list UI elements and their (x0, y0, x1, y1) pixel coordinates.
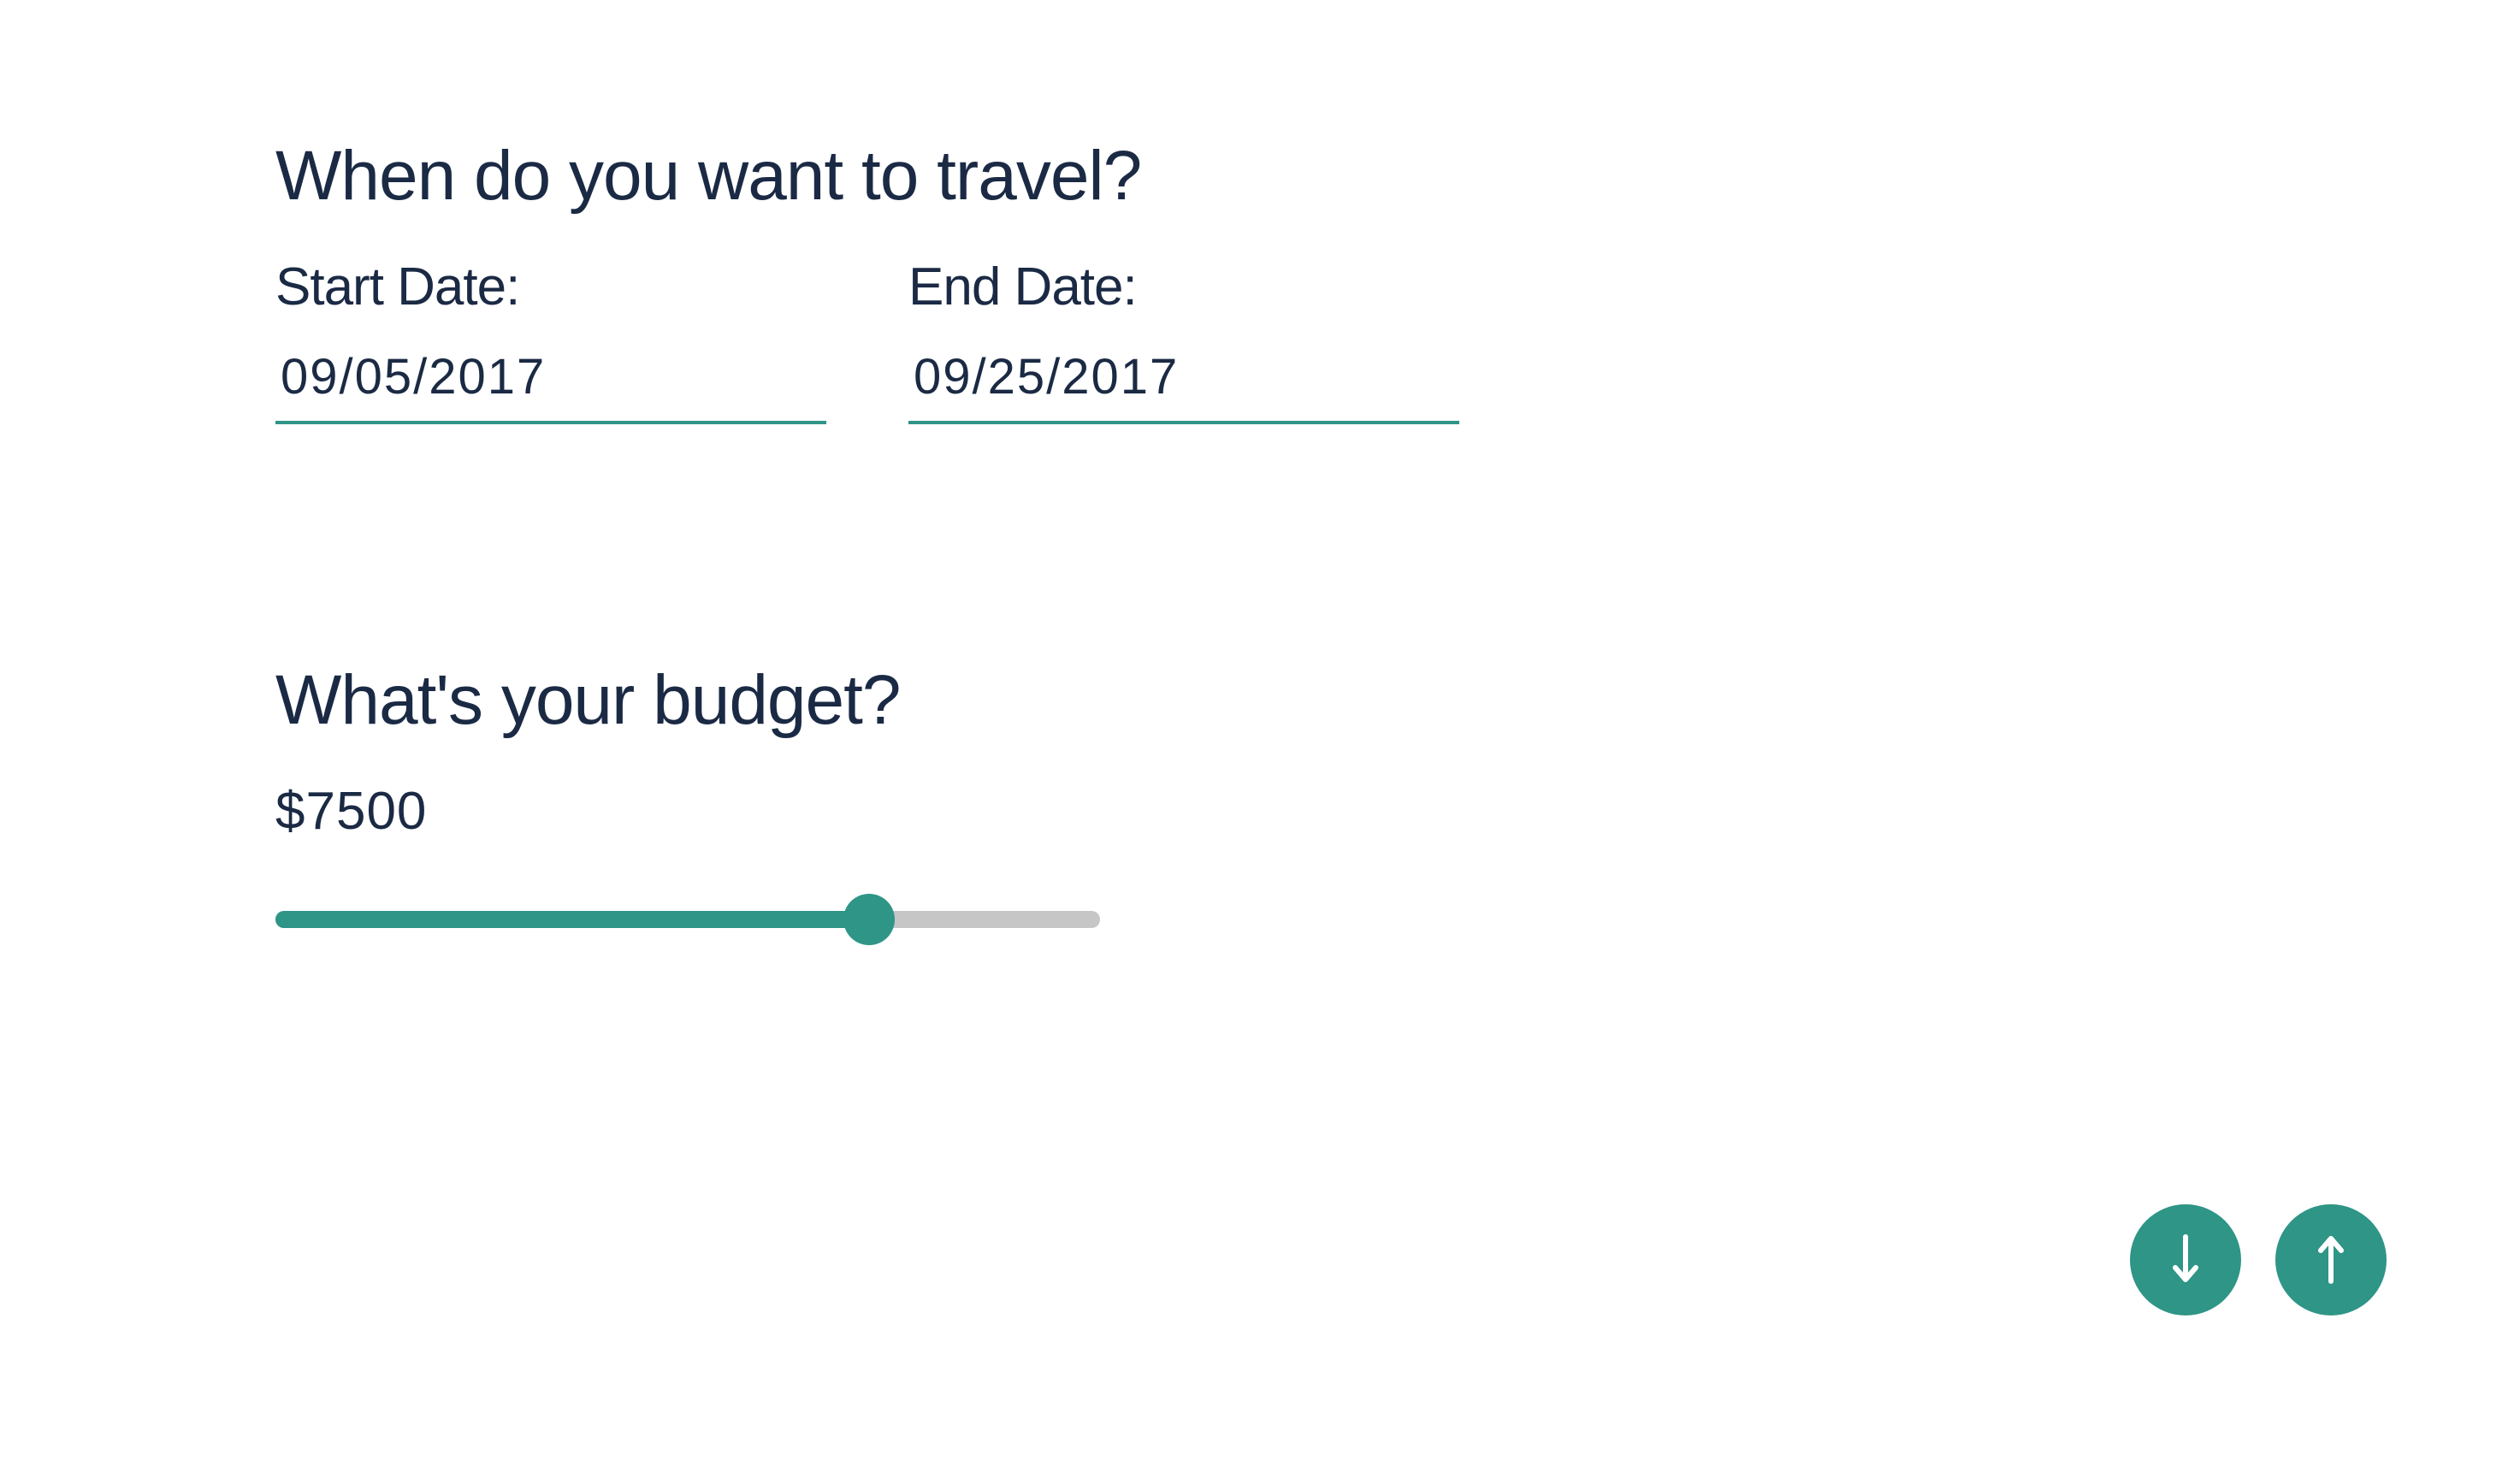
arrow-up-icon (2312, 1233, 2350, 1287)
arrow-down-icon (2167, 1233, 2204, 1287)
start-date-field: Start Date: (275, 261, 826, 424)
scroll-up-button[interactable] (2275, 1204, 2387, 1315)
slider-thumb[interactable] (843, 894, 896, 945)
budget-heading: What's your budget? (275, 661, 902, 739)
end-date-label: End Date: (908, 257, 1138, 316)
budget-value: $7500 (275, 782, 428, 841)
start-date-label: Start Date: (275, 257, 520, 316)
travel-planner-page: When do you want to travel? Start Date: … (0, 0, 2520, 1478)
slider-track[interactable] (275, 911, 1100, 928)
end-date-field: End Date: (908, 261, 1459, 424)
end-date-input[interactable] (908, 348, 1459, 424)
budget-slider[interactable] (275, 894, 1100, 945)
slider-fill (275, 911, 870, 928)
scroll-down-button[interactable] (2130, 1204, 2241, 1315)
start-date-input[interactable] (275, 348, 826, 424)
travel-dates-heading: When do you want to travel? (275, 137, 1142, 215)
